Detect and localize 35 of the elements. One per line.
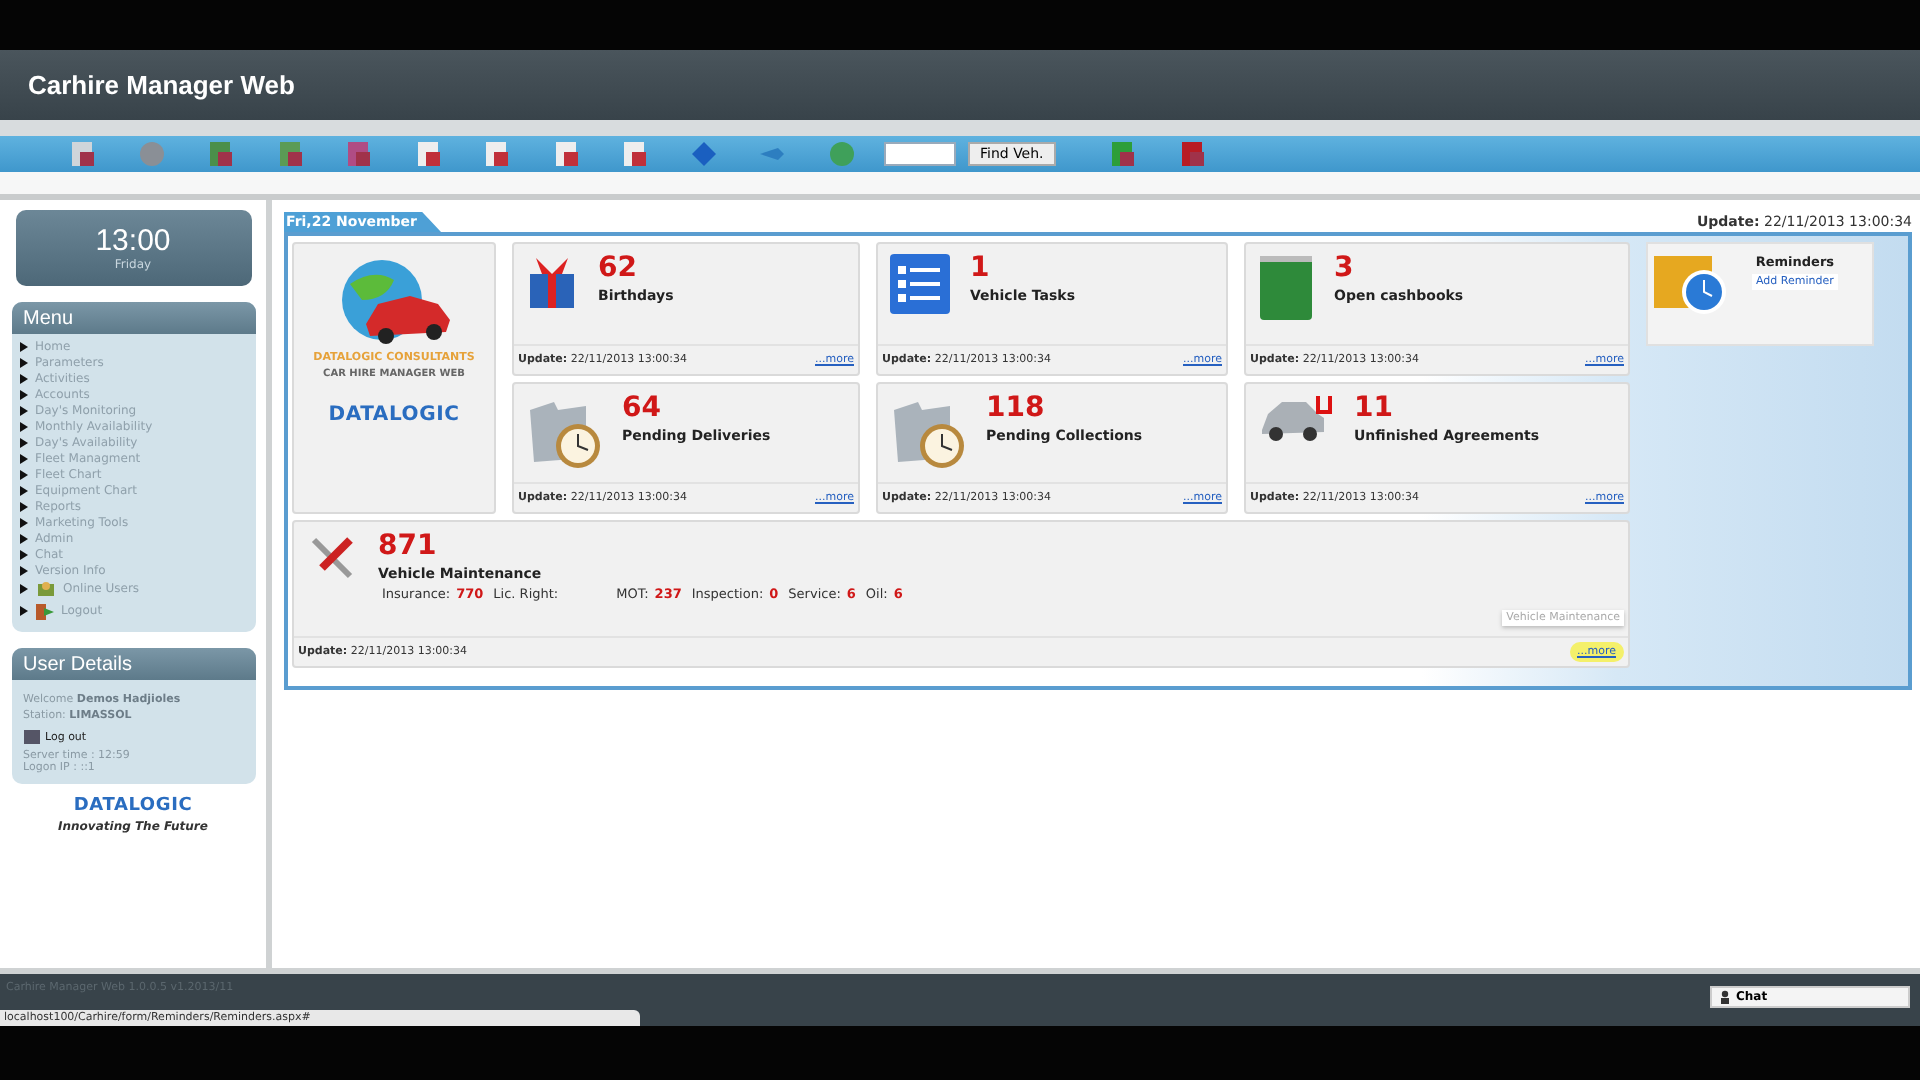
person-icon bbox=[1720, 990, 1730, 1004]
toolbar-icon[interactable] bbox=[275, 140, 304, 168]
panel-title: Menu bbox=[23, 307, 74, 329]
checklist-icon bbox=[890, 254, 950, 314]
toolbar-icon[interactable] bbox=[344, 140, 373, 168]
toolbar-icon[interactable] bbox=[413, 140, 442, 168]
tools-icon bbox=[306, 532, 358, 584]
gift-icon bbox=[526, 254, 578, 310]
toolbar-icon[interactable] bbox=[1177, 140, 1206, 168]
toolbar-icon[interactable] bbox=[68, 140, 97, 168]
arrow-icon bbox=[19, 606, 27, 616]
stat-count: 11 bbox=[1354, 394, 1395, 424]
car-icon bbox=[1258, 394, 1334, 446]
vehicle-search-field[interactable] bbox=[884, 142, 956, 166]
toolbar-icon[interactable] bbox=[482, 140, 511, 168]
stat-count: 118 bbox=[986, 394, 1047, 424]
toolbar-icon[interactable] bbox=[689, 140, 718, 168]
exit-icon bbox=[35, 602, 53, 620]
stat-count: 64 bbox=[622, 394, 663, 424]
toolbar-icon[interactable] bbox=[551, 140, 580, 168]
stat-count: 871 bbox=[378, 532, 439, 562]
stat-count: 62 bbox=[598, 254, 639, 284]
toolbar-icon[interactable] bbox=[1108, 140, 1137, 168]
clock-time: 13:00 bbox=[95, 225, 171, 257]
toolbar-icon[interactable] bbox=[206, 140, 235, 168]
panel-title: User Details bbox=[23, 653, 132, 675]
logout-icon bbox=[23, 730, 39, 744]
company-logo: DATALOGIC bbox=[328, 404, 460, 426]
company-logo: DATALOGIC bbox=[73, 796, 193, 816]
notebook-icon bbox=[1258, 254, 1314, 322]
stat-count: 3 bbox=[1334, 254, 1356, 284]
app-title: Carhire Manager Web bbox=[28, 70, 295, 100]
stat-count: 1 bbox=[970, 254, 992, 284]
toolbar-icon[interactable] bbox=[620, 140, 649, 168]
users-icon bbox=[35, 580, 55, 598]
